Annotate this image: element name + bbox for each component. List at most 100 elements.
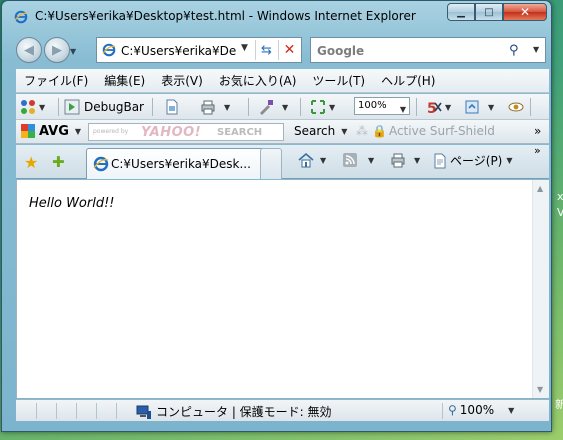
internet-explorer-icon <box>14 10 28 24</box>
internet-explorer-icon <box>102 43 116 57</box>
search-input[interactable]: Google <box>317 44 364 58</box>
forward-button[interactable]: ▶ <box>44 37 70 63</box>
tab-bar: ★ ✚ C:¥Users¥erika¥Desk... ▼ ▼ ▼ ページ(P) … <box>16 144 549 179</box>
maximize-button[interactable]: □ <box>475 3 503 21</box>
status-divider <box>116 403 117 419</box>
add-favorite-button[interactable]: ✚ <box>52 153 65 171</box>
status-divider <box>442 403 443 419</box>
zoom-select-value: 100% <box>358 100 387 111</box>
color-picker-button[interactable]: ▼ <box>258 99 288 115</box>
menu-view[interactable]: 表示(V) <box>153 72 211 89</box>
menu-edit[interactable]: 編集(E) <box>96 72 153 89</box>
command-bar-overflow-button[interactable]: » <box>534 144 541 157</box>
search-box[interactable]: Google ⚲ ▼ <box>310 37 546 63</box>
yahoo-search-input[interactable]: powered by YAHOO! SEARCH <box>88 123 284 141</box>
stop-button[interactable]: ✕ <box>278 40 300 60</box>
desktop-text-fragment: 新 <box>555 398 563 411</box>
avg-search-button[interactable]: Search ▼ <box>294 124 347 138</box>
address-dropdown-icon[interactable]: ▼ <box>241 43 248 53</box>
apps-icon <box>21 100 35 114</box>
lock-icon: 🔒 <box>372 124 387 138</box>
export-button[interactable]: ▼ <box>464 99 494 115</box>
page-menu-label: ページ(P) <box>450 154 503 168</box>
menu-file[interactable]: ファイル(F) <box>16 72 96 89</box>
dropdown-arrow-icon: ▼ <box>329 102 336 112</box>
ie-window: C:¥Users¥erika¥Desktop¥test.html - Windo… <box>1 0 552 432</box>
feeds-button[interactable]: ▼ <box>342 152 374 168</box>
search-options-dropdown[interactable]: ▼ <box>533 45 539 54</box>
dropdown-arrow-icon: ▼ <box>488 102 495 112</box>
caption-buttons: ▁ □ ✕ <box>447 3 547 21</box>
page-menu-button[interactable]: ページ(P) ▼ <box>432 152 513 169</box>
print-tool-button[interactable]: ▼ <box>200 99 230 115</box>
favorites-center-button[interactable]: ★ <box>24 153 38 172</box>
toolbar-separator <box>300 98 301 116</box>
forward-arrow-icon: ▶ <box>52 42 62 58</box>
home-button[interactable]: ▼ <box>298 152 326 168</box>
computer-icon <box>136 405 151 419</box>
resize-icon <box>311 100 325 114</box>
avg-logo-icon <box>21 124 35 138</box>
command-toolbar: ▼ DebugBar ▼ ▼ ▼ 100% ▼ 5 ▼ ▼ <box>16 94 549 120</box>
document-icon <box>166 99 178 115</box>
apps-button[interactable]: ▼ <box>20 99 45 115</box>
stop-icon: ✕ <box>283 42 296 58</box>
new-tab-button[interactable] <box>260 148 282 179</box>
toolbar-separator <box>416 98 417 116</box>
address-bar[interactable]: C:¥Users¥erika¥De ▼ ⇆ ✕ <box>96 37 302 63</box>
refresh-button[interactable]: ⇆ <box>255 40 277 60</box>
menu-help[interactable]: ヘルプ(H) <box>373 72 443 89</box>
validator-button[interactable]: 5 ▼ <box>426 99 451 115</box>
yahoo-logo: YAHOO! <box>141 125 202 140</box>
printer-icon <box>391 153 405 168</box>
desktop-text-fragment: x <box>557 190 563 203</box>
internet-explorer-icon <box>93 156 109 172</box>
vertical-scrollbar[interactable]: ▲ ▼ <box>532 180 549 398</box>
status-divider <box>56 403 57 419</box>
close-icon: ✕ <box>519 5 531 19</box>
add-favorite-icon: ✚ <box>52 153 65 171</box>
debugbar-button[interactable]: DebugBar <box>64 99 144 115</box>
scroll-down-icon[interactable]: ▼ <box>537 385 543 394</box>
avg-label: AVG <box>39 123 69 139</box>
print-button[interactable]: ▼ <box>390 152 420 168</box>
toolbar-overflow-button[interactable]: » <box>534 124 541 138</box>
back-button[interactable]: ◀ <box>16 37 42 63</box>
chevron-right-icon: » <box>534 144 541 157</box>
close-button[interactable]: ✕ <box>503 3 547 21</box>
resize-button[interactable]: ▼ <box>310 99 335 115</box>
debugbar-label: DebugBar <box>84 100 144 114</box>
title-bar[interactable]: C:¥Users¥erika¥Desktop¥test.html - Windo… <box>2 1 551 33</box>
address-input[interactable]: C:¥Users¥erika¥De <box>121 44 241 58</box>
security-zone[interactable]: コンピュータ | 保護モード: 無効 <box>136 403 332 420</box>
surf-shield-button[interactable]: ⁂ 🔒 Active Surf-Shield <box>356 124 495 138</box>
debugbar-icon <box>64 99 80 115</box>
dropdown-arrow-icon: ▼ <box>341 126 348 136</box>
dropdown-arrow-icon: ▼ <box>445 102 452 112</box>
eye-icon <box>508 102 524 112</box>
minimize-button[interactable]: ▁ <box>447 3 475 21</box>
avg-menu-button[interactable]: AVG ▼ <box>20 123 81 139</box>
status-divider <box>96 403 97 419</box>
view-button[interactable] <box>508 99 524 115</box>
printer-icon <box>201 100 215 115</box>
chevron-right-icon: » <box>534 124 542 138</box>
page-tool-button[interactable] <box>164 99 180 115</box>
html5-validator-icon: 5 <box>427 101 442 115</box>
surf-shield-label: Active Surf-Shield <box>388 124 495 138</box>
tab-title: C:¥Users¥erika¥Desk... <box>111 157 251 171</box>
menu-tools[interactable]: ツール(T) <box>304 72 373 89</box>
pin-icon: ⁂ <box>356 124 368 138</box>
navigation-bar: ◀ ▶ ▼ C:¥Users¥erika¥De ▼ ⇆ ✕ Google ⚲ ▼ <box>2 33 551 67</box>
zoom-level-button[interactable]: ⚲ 100% ▼ <box>448 403 514 417</box>
dropdown-arrow-icon: ▼ <box>399 105 406 114</box>
security-zone-label: コンピュータ | 保護モード: 無効 <box>156 405 332 419</box>
recent-pages-dropdown[interactable]: ▼ <box>70 47 76 56</box>
tab-active[interactable]: C:¥Users¥erika¥Desk... <box>86 148 281 179</box>
dropdown-arrow-icon: ▼ <box>282 102 289 112</box>
menu-favorites[interactable]: お気に入り(A) <box>211 72 305 89</box>
scroll-up-icon[interactable]: ▲ <box>537 184 543 193</box>
search-icon[interactable]: ⚲ <box>509 43 519 58</box>
zoom-select[interactable]: 100% ▼ <box>354 97 410 115</box>
dropdown-arrow-icon: ▼ <box>414 155 421 165</box>
